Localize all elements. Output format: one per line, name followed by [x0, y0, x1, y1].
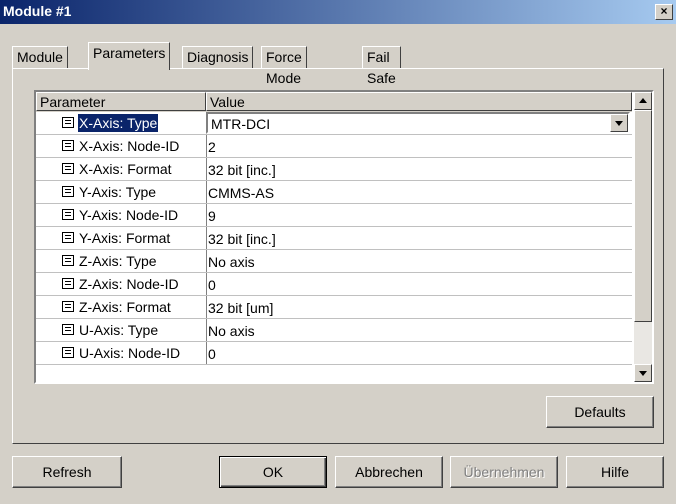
scroll-down-button[interactable]	[634, 364, 652, 382]
cancel-button[interactable]: Abbrechen	[335, 456, 443, 488]
property-icon	[62, 232, 74, 243]
parameter-name: U-Axis: Node-ID	[79, 345, 181, 361]
property-icon	[62, 347, 74, 358]
property-icon	[62, 278, 74, 289]
grid-header: Parameter Value	[36, 92, 632, 112]
chevron-up-icon	[639, 98, 647, 103]
parameter-cell: Y-Axis: Type	[36, 181, 207, 203]
parameter-name: Z-Axis: Type	[79, 253, 157, 269]
parameter-cell: Y-Axis: Format	[36, 227, 207, 249]
help-button[interactable]: Hilfe	[566, 456, 664, 488]
parameter-name: U-Axis: Type	[79, 322, 159, 338]
ok-button[interactable]: OK	[219, 456, 327, 488]
parameter-name: Y-Axis: Type	[79, 184, 157, 200]
property-icon	[62, 186, 74, 197]
parameter-cell: Z-Axis: Node-ID	[36, 273, 207, 295]
table-row[interactable]: Z-Axis: Type No axis	[36, 250, 632, 273]
parameter-name: Y-Axis: Node-ID	[79, 207, 179, 223]
value-cell[interactable]: 0	[208, 276, 216, 294]
value-dropdown[interactable]: MTR-DCI	[206, 112, 630, 134]
value-cell[interactable]: No axis	[208, 253, 255, 271]
table-row[interactable]: Y-Axis: Type CMMS-AS	[36, 181, 632, 204]
table-row[interactable]: X-Axis: Node-ID 2	[36, 135, 632, 158]
value-cell[interactable]: 32 bit [inc.]	[208, 230, 276, 248]
parameter-grid: Parameter Value X-Axis: Type MTR-DCI X-A…	[34, 90, 654, 384]
scroll-thumb[interactable]	[634, 110, 652, 322]
table-row[interactable]: Z-Axis: Node-ID 0	[36, 273, 632, 296]
tab-parameters[interactable]: Parameters	[88, 42, 171, 70]
value-cell[interactable]: No axis	[208, 322, 255, 340]
parameter-cell: U-Axis: Node-ID	[36, 342, 207, 364]
property-icon	[62, 117, 74, 128]
property-icon	[62, 255, 74, 266]
vertical-scrollbar[interactable]	[634, 92, 652, 382]
property-icon	[62, 301, 74, 312]
refresh-button[interactable]: Refresh	[12, 456, 122, 488]
parameter-cell: Y-Axis: Node-ID	[36, 204, 207, 226]
parameter-cell: Z-Axis: Type	[36, 250, 207, 272]
dropdown-button[interactable]	[610, 114, 628, 132]
chevron-down-icon	[639, 371, 647, 376]
parameter-cell: U-Axis: Type	[36, 319, 207, 341]
column-header-parameter[interactable]: Parameter	[36, 92, 206, 111]
value-cell[interactable]: 9	[208, 207, 216, 225]
value-cell[interactable]: CMMS-AS	[208, 184, 274, 202]
value-cell[interactable]: 2	[208, 138, 216, 156]
table-row[interactable]: Y-Axis: Format 32 bit [inc.]	[36, 227, 632, 250]
parameter-cell: Z-Axis: Format	[36, 296, 207, 318]
property-icon	[62, 163, 74, 174]
property-icon	[62, 209, 74, 220]
tab-module[interactable]: Module	[12, 46, 68, 69]
parameter-name: Z-Axis: Node-ID	[79, 276, 179, 292]
parameter-name: X-Axis: Type	[78, 114, 159, 132]
scroll-up-button[interactable]	[634, 92, 652, 110]
table-row[interactable]: U-Axis: Type No axis	[36, 319, 632, 342]
parameter-name: Z-Axis: Format	[79, 299, 171, 315]
tab-diagnosis[interactable]: Diagnosis	[182, 46, 254, 69]
tab-fail-safe[interactable]: Fail Safe	[362, 46, 401, 86]
dropdown-value: MTR-DCI	[211, 116, 271, 132]
parameter-cell: X-Axis: Format	[36, 158, 207, 180]
parameter-name: X-Axis: Node-ID	[79, 138, 180, 154]
table-row[interactable]: X-Axis: Format 32 bit [inc.]	[36, 158, 632, 181]
apply-button[interactable]: Übernehmen	[450, 456, 558, 488]
parameter-name: Y-Axis: Format	[79, 230, 171, 246]
table-row[interactable]: U-Axis: Node-ID 0	[36, 342, 632, 365]
table-row[interactable]: X-Axis: Type MTR-DCI	[36, 112, 632, 135]
value-cell[interactable]: 32 bit [inc.]	[208, 161, 276, 179]
value-cell[interactable]: 0	[208, 345, 216, 363]
defaults-button[interactable]: Defaults	[546, 396, 654, 428]
tab-force-mode[interactable]: Force Mode	[261, 46, 307, 86]
parameter-cell: X-Axis: Type	[36, 112, 207, 134]
parameter-name: X-Axis: Format	[79, 161, 172, 177]
column-header-value[interactable]: Value	[206, 92, 632, 111]
grid-rows: X-Axis: Type MTR-DCI X-Axis: Node-ID 2 X…	[36, 112, 632, 365]
parameter-cell: X-Axis: Node-ID	[36, 135, 207, 157]
close-button[interactable]: ×	[655, 4, 673, 20]
title-bar: Module #1 ×	[0, 0, 676, 24]
chevron-down-icon	[615, 121, 623, 126]
table-row[interactable]: Z-Axis: Format 32 bit [um]	[36, 296, 632, 319]
value-cell[interactable]: 32 bit [um]	[208, 299, 273, 317]
window-title: Module #1	[3, 3, 72, 19]
property-icon	[62, 140, 74, 151]
property-icon	[62, 324, 74, 335]
table-row[interactable]: Y-Axis: Node-ID 9	[36, 204, 632, 227]
